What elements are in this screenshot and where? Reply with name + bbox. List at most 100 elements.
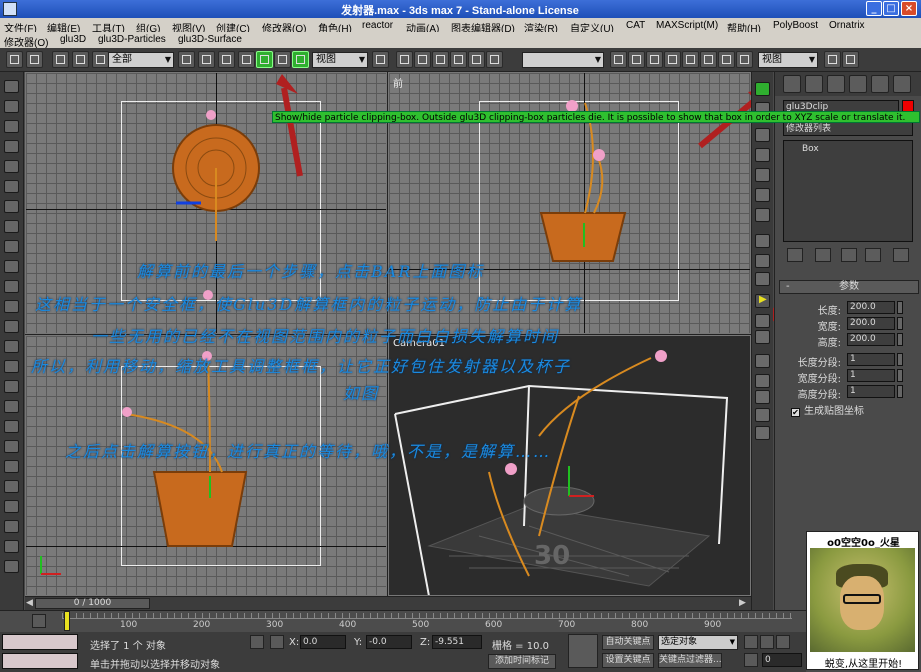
current-frame-field[interactable]: 0 [762, 653, 802, 667]
maximize-button[interactable]: □ [883, 1, 899, 16]
set-key-button[interactable]: 设置关键点 [602, 653, 654, 668]
hierarchy-tab-icon[interactable] [827, 75, 845, 93]
menu-ornatrix[interactable]: Ornatrix [829, 20, 865, 31]
param-height-input[interactable]: 200.0 [847, 333, 895, 346]
glu3d-tool-icon[interactable] [755, 390, 770, 404]
redo-icon[interactable] [26, 51, 43, 68]
unlink-icon[interactable] [72, 51, 89, 68]
y-coordinate-field[interactable]: -0.0 [366, 635, 412, 649]
time-slider-thumb[interactable]: 0 / 1000 [35, 598, 150, 609]
generate-mapping-checkbox[interactable]: ✔ 生成贴图坐标 [791, 402, 864, 417]
close-button[interactable]: × [901, 1, 917, 16]
param-spinner[interactable] [897, 353, 903, 366]
selection-filter-dropdown[interactable]: 全部 [108, 52, 174, 68]
param-spinner[interactable] [897, 301, 903, 314]
select-by-name-icon[interactable] [198, 51, 215, 68]
select-and-move-icon[interactable] [256, 51, 273, 68]
strip-tool-icon[interactable] [4, 540, 19, 553]
create-tab-icon[interactable] [783, 75, 801, 93]
param-length-segs-input[interactable]: 1 [847, 353, 895, 366]
timeline-track[interactable]: 100 200 300 400 500 600 700 800 900 [0, 610, 806, 632]
material-editor-icon[interactable] [700, 51, 717, 68]
glu3d-tool-icon[interactable] [755, 254, 770, 268]
menu-reactor[interactable]: reactor [362, 20, 393, 31]
strip-tool-icon[interactable] [4, 80, 19, 93]
schematic-view-icon[interactable] [682, 51, 699, 68]
pivot-center-icon[interactable] [372, 51, 389, 68]
glu3d-tool-icon[interactable] [755, 374, 770, 388]
simulate-play-icon[interactable] [755, 294, 770, 308]
parameters-rollout[interactable]: - 参数 [779, 280, 919, 294]
show-end-result-icon[interactable] [815, 248, 831, 262]
param-length-input[interactable]: 200.0 [847, 301, 895, 314]
strip-tool-icon[interactable] [4, 360, 19, 373]
param-width-segs-input[interactable]: 1 [847, 369, 895, 382]
select-manipulate-icon[interactable] [396, 51, 413, 68]
next-frame-arrow-icon[interactable]: ▶ [739, 598, 749, 609]
glu3d-tool-icon[interactable] [755, 408, 770, 422]
utilities-tab-icon[interactable] [893, 75, 911, 93]
modifier-stack[interactable]: Box [783, 140, 913, 242]
modify-tab-icon[interactable] [805, 75, 823, 93]
param-spinner[interactable] [897, 385, 903, 398]
go-to-start-icon[interactable] [744, 635, 758, 649]
strip-tool-icon[interactable] [4, 520, 19, 533]
auto-key-selection-dropdown[interactable]: 选定对象 [658, 635, 738, 650]
named-selection-dropdown[interactable] [522, 52, 604, 68]
modifier-list-dropdown[interactable]: 修改器列表 [783, 122, 913, 136]
menu-glu3d-surface[interactable]: glu3D-Surface [178, 34, 242, 45]
strip-tool-icon[interactable] [4, 280, 19, 293]
strip-tool-icon[interactable] [4, 320, 19, 333]
checkbox-box[interactable]: ✔ [791, 408, 800, 417]
prev-key-icon[interactable] [760, 635, 774, 649]
strip-tool-icon[interactable] [4, 180, 19, 193]
strip-tool-icon[interactable] [4, 400, 19, 413]
key-filters-button[interactable]: 关键点过滤器... [658, 653, 722, 668]
select-object-icon[interactable] [178, 51, 195, 68]
strip-tool-icon[interactable] [4, 200, 19, 213]
menu-modifiers-2[interactable]: 修改器(O) [4, 34, 48, 49]
x-coordinate-field[interactable]: 0.0 [300, 635, 346, 649]
strip-tool-icon[interactable] [4, 240, 19, 253]
strip-tool-icon[interactable] [4, 140, 19, 153]
edit-named-selection-icon[interactable] [486, 51, 503, 68]
spinner-snap-icon[interactable] [468, 51, 485, 68]
strip-tool-icon[interactable] [4, 340, 19, 353]
render-last-icon[interactable] [824, 51, 841, 68]
glu3d-tool-icon[interactable] [755, 188, 770, 202]
strip-tool-icon[interactable] [4, 120, 19, 133]
activeshade-icon[interactable] [842, 51, 859, 68]
motion-tab-icon[interactable] [849, 75, 867, 93]
maxscript-listener-mini[interactable] [2, 634, 78, 650]
percent-snap-icon[interactable] [450, 51, 467, 68]
strip-tool-icon[interactable] [4, 440, 19, 453]
strip-tool-icon[interactable] [4, 500, 19, 513]
strip-tool-icon[interactable] [4, 300, 19, 313]
render-viewport-dropdown[interactable]: 视图 [758, 52, 818, 68]
param-spinner[interactable] [897, 317, 903, 330]
glu3d-tool-icon[interactable] [755, 128, 770, 142]
set-key-big-icon[interactable] [568, 634, 598, 668]
clipping-box-icon[interactable] [755, 82, 770, 96]
link-icon[interactable] [52, 51, 69, 68]
key-mode-icon[interactable] [744, 653, 758, 667]
bind-space-warp-icon[interactable] [92, 51, 109, 68]
mini-curve-editor-icon[interactable] [32, 614, 46, 628]
select-and-rotate-icon[interactable] [274, 51, 291, 68]
strip-tool-icon[interactable] [4, 380, 19, 393]
menu-glu3d-particles[interactable]: glu3D-Particles [98, 34, 166, 45]
strip-tool-icon[interactable] [4, 220, 19, 233]
display-tab-icon[interactable] [871, 75, 889, 93]
make-unique-icon[interactable] [841, 248, 857, 262]
glu3d-tool-icon[interactable] [755, 208, 770, 222]
menu-cat[interactable]: CAT [626, 20, 645, 31]
pin-stack-icon[interactable] [787, 248, 803, 262]
maxscript-listener-mini-2[interactable] [2, 653, 78, 669]
minimize-button[interactable]: _ [866, 1, 882, 16]
strip-tool-icon[interactable] [4, 560, 19, 573]
strip-tool-icon[interactable] [4, 100, 19, 113]
stack-item-box[interactable]: Box [802, 144, 819, 154]
z-coordinate-field[interactable]: -9.551 [432, 635, 482, 649]
glu3d-tool-icon[interactable] [755, 168, 770, 182]
quick-render-icon[interactable] [736, 51, 753, 68]
